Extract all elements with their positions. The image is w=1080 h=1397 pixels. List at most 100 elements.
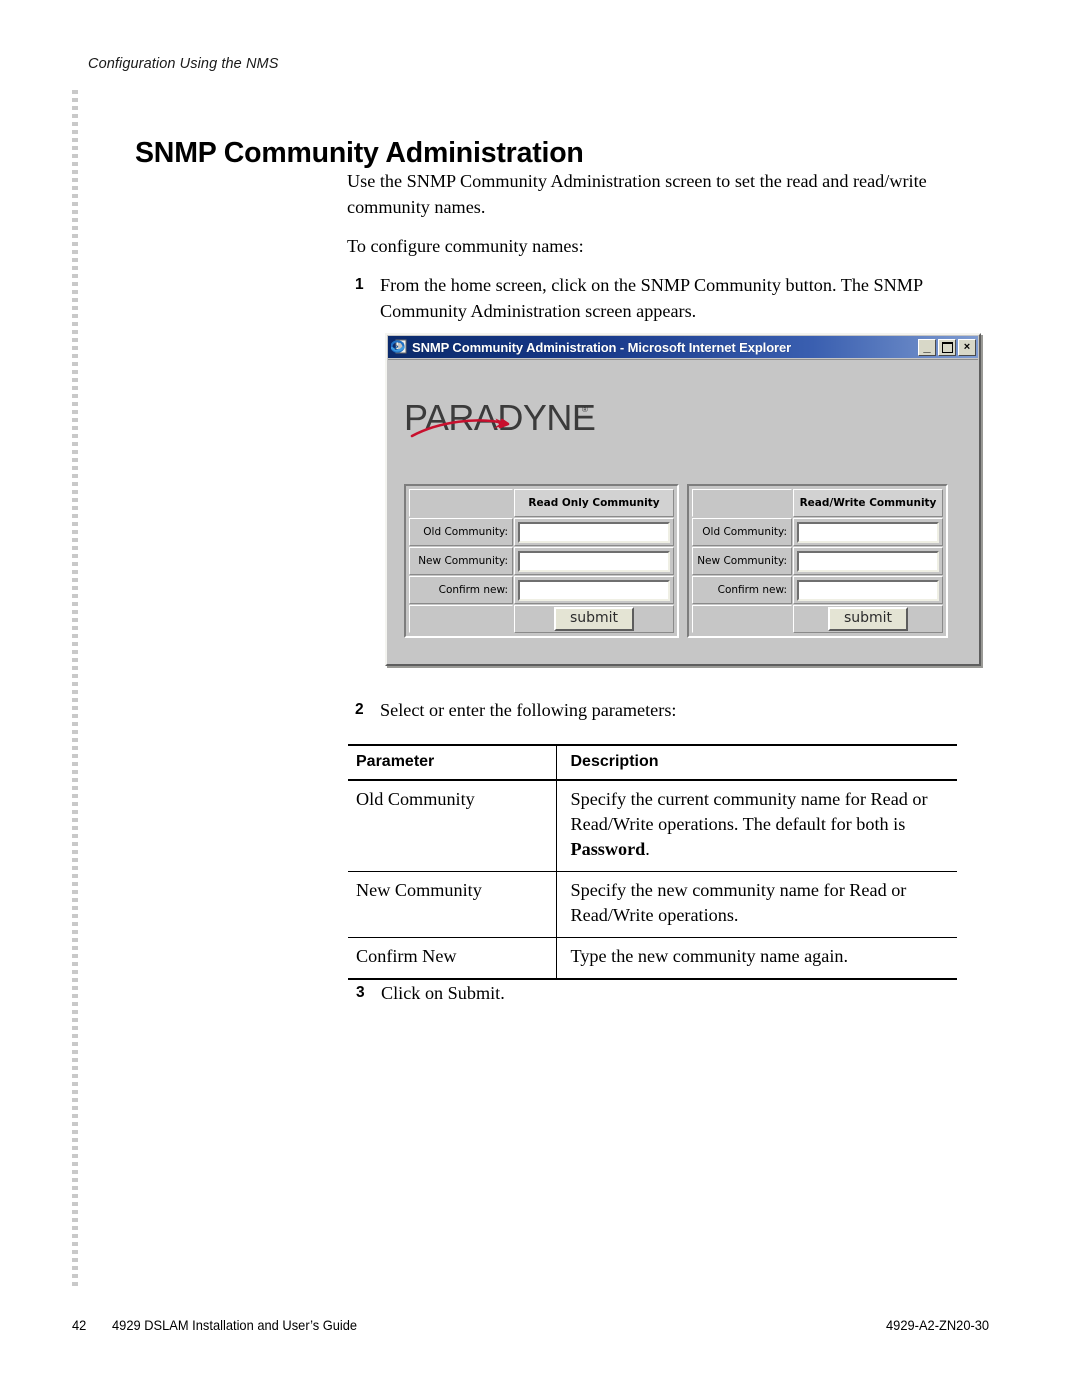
header-description: Description bbox=[555, 744, 957, 781]
desc-bold: Password bbox=[570, 839, 646, 859]
desc-text: Specify the new community name for Read … bbox=[570, 880, 907, 925]
step-1: 1 From the home screen, click on the SNM… bbox=[347, 272, 959, 324]
step-2-wrap: 2 Select or enter the following paramete… bbox=[347, 697, 959, 731]
row-description: Type the new community name again. bbox=[555, 937, 957, 980]
form-row: Old Community: bbox=[409, 518, 674, 546]
panel-heading-row: Read Only Community bbox=[409, 489, 674, 517]
ro-old-community-input[interactable] bbox=[518, 521, 670, 543]
ro-old-community-cell bbox=[514, 518, 674, 546]
window-content: PARADYNE ® Read Only Community Old Commu… bbox=[388, 359, 978, 663]
read-only-heading: Read Only Community bbox=[514, 489, 674, 517]
form-row: Old Community: bbox=[692, 518, 943, 546]
step-3-wrap: 3 Click on Submit. bbox=[348, 980, 948, 1014]
step-2-number: 2 bbox=[355, 701, 364, 718]
step-1-number: 1 bbox=[355, 276, 364, 293]
footer-part-number-text: 4929-A2-ZN20-30 bbox=[885, 1317, 990, 1333]
window-titlebar: e SNMP Community Administration - Micros… bbox=[388, 336, 978, 358]
step-2-text: Select or enter the following parameters… bbox=[380, 700, 677, 720]
read-write-heading: Read/Write Community bbox=[793, 489, 943, 517]
intro-paragraph-2: To configure community names: bbox=[347, 236, 584, 256]
step-1-text: From the home screen, click on the SNMP … bbox=[380, 275, 923, 321]
rw-old-community-input[interactable] bbox=[797, 521, 939, 543]
ro-confirm-new-label: Confirm new: bbox=[409, 576, 513, 604]
page-footer: 42 4929 DSLAM Installation and User’s Gu… bbox=[72, 1317, 1008, 1339]
parameter-table: Parameter Description Old Community Spec… bbox=[348, 744, 957, 980]
window-controls: _ × bbox=[918, 338, 976, 356]
browser-window-screenshot: e SNMP Community Administration - Micros… bbox=[385, 333, 981, 666]
maximize-label bbox=[939, 340, 955, 355]
ro-new-community-cell bbox=[514, 547, 674, 575]
form-row: New Community: bbox=[409, 547, 674, 575]
desc-text: Specify the current community name for R… bbox=[570, 789, 928, 834]
table-row: Old Community Specify the current commun… bbox=[348, 780, 957, 872]
table-header-row: Parameter Description bbox=[348, 744, 957, 781]
svg-text:®: ® bbox=[582, 405, 588, 414]
row-parameter: New Community bbox=[348, 871, 556, 938]
read-only-community-panel: Read Only Community Old Community: New C… bbox=[404, 484, 679, 638]
row-description: Specify the current community name for R… bbox=[555, 780, 957, 872]
running-head: Configuration Using the NMS bbox=[88, 56, 279, 72]
form-row: New Community: bbox=[692, 547, 943, 575]
close-icon[interactable]: × bbox=[958, 338, 976, 356]
minimize-icon[interactable]: _ bbox=[918, 338, 936, 356]
ro-new-community-input[interactable] bbox=[518, 550, 670, 572]
footer-guide-title: 4929 DSLAM Installation and User’s Guide bbox=[112, 1317, 378, 1333]
rw-old-community-label: Old Community: bbox=[692, 518, 792, 546]
maximize-icon[interactable] bbox=[938, 338, 956, 356]
footer-guide-title-text: 4929 DSLAM Installation and User’s Guide bbox=[112, 1317, 358, 1333]
form-row: Confirm new: bbox=[692, 576, 943, 604]
footer-page-number: 42 bbox=[72, 1317, 88, 1333]
step-3: 3 Click on Submit. bbox=[348, 980, 948, 1006]
window-title: SNMP Community Administration - Microsof… bbox=[412, 339, 792, 355]
close-label: × bbox=[963, 340, 971, 353]
panel-heading-row: Read/Write Community bbox=[692, 489, 943, 517]
step-3-number: 3 bbox=[356, 984, 365, 1001]
paradyne-logo: PARADYNE ® bbox=[404, 396, 604, 442]
row-parameter: Old Community bbox=[348, 780, 556, 872]
step-3-text: Click on Submit. bbox=[381, 983, 505, 1003]
rw-confirm-new-label: Confirm new: bbox=[692, 576, 792, 604]
rw-confirm-new-input[interactable] bbox=[797, 579, 939, 601]
submit-spacer bbox=[692, 605, 792, 633]
parameter-table-wrap: Parameter Description Old Community Spec… bbox=[348, 744, 957, 980]
desc-tail: . bbox=[645, 839, 650, 859]
rw-new-community-cell bbox=[793, 547, 943, 575]
step-2: 2 Select or enter the following paramete… bbox=[347, 697, 959, 723]
row-parameter: Confirm New bbox=[348, 937, 556, 980]
ro-confirm-new-cell bbox=[514, 576, 674, 604]
footer-part-number: 4929-A2-ZN20-30 bbox=[886, 1317, 998, 1333]
heading-spacer bbox=[692, 489, 792, 517]
submit-row: submit bbox=[692, 605, 943, 633]
community-form: Read Only Community Old Community: New C… bbox=[404, 484, 948, 638]
table-row: Confirm New Type the new community name … bbox=[348, 937, 957, 980]
svg-text:e: e bbox=[394, 342, 398, 352]
rw-confirm-new-cell bbox=[793, 576, 943, 604]
page-title: SNMP Community Administration bbox=[135, 137, 584, 170]
rw-old-community-cell bbox=[793, 518, 943, 546]
read-write-community-panel: Read/Write Community Old Community: New … bbox=[687, 484, 948, 638]
ro-new-community-label: New Community: bbox=[409, 547, 513, 575]
table-row: New Community Specify the new community … bbox=[348, 871, 957, 938]
heading-spacer bbox=[409, 489, 513, 517]
intro-body: Use the SNMP Community Administration sc… bbox=[347, 168, 959, 332]
form-row: Confirm new: bbox=[409, 576, 674, 604]
read-write-submit-button[interactable]: submit bbox=[827, 607, 909, 631]
read-only-submit-button[interactable]: submit bbox=[553, 607, 635, 631]
rw-submit-cell: submit bbox=[793, 605, 943, 633]
minimize-label: _ bbox=[923, 338, 931, 354]
ro-old-community-label: Old Community: bbox=[409, 518, 513, 546]
row-description: Specify the new community name for Read … bbox=[555, 871, 957, 938]
submit-spacer bbox=[409, 605, 513, 633]
rw-new-community-input[interactable] bbox=[797, 550, 939, 572]
ro-submit-cell: submit bbox=[514, 605, 674, 633]
svg-text:PARADYNE: PARADYNE bbox=[404, 397, 595, 438]
intro-paragraph-1: Use the SNMP Community Administration sc… bbox=[347, 171, 927, 217]
submit-row: submit bbox=[409, 605, 674, 633]
ro-confirm-new-input[interactable] bbox=[518, 579, 670, 601]
desc-text: Type the new community name again. bbox=[570, 946, 849, 966]
rw-new-community-label: New Community: bbox=[692, 547, 792, 575]
internet-explorer-icon: e bbox=[390, 339, 408, 355]
header-parameter: Parameter bbox=[348, 744, 556, 781]
footer-page-number-text: 42 bbox=[72, 1317, 87, 1333]
margin-dashed-rule bbox=[72, 90, 78, 1287]
